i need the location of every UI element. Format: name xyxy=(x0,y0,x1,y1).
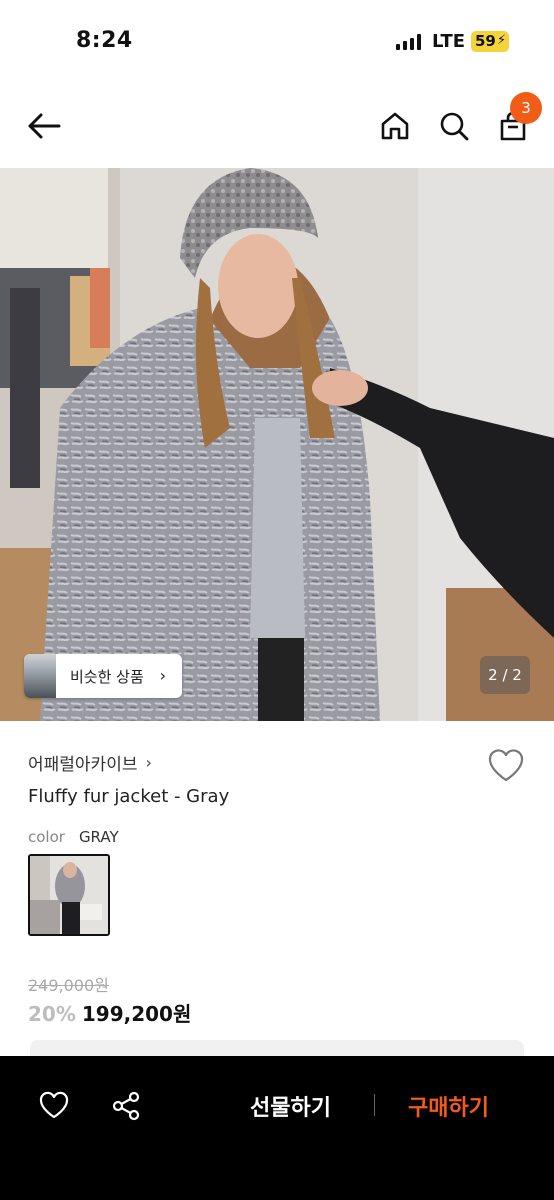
similar-products-button[interactable]: 비슷한 상품 › xyxy=(24,654,182,698)
similar-products-label: 비슷한 상품 xyxy=(70,667,144,686)
product-image[interactable]: 비슷한 상품 › 2 / 2 xyxy=(0,168,554,721)
chevron-right-icon: › xyxy=(145,753,152,772)
similar-thumbnail xyxy=(24,654,56,698)
product-photo xyxy=(0,168,554,721)
heart-icon[interactable] xyxy=(38,1090,70,1122)
gift-button[interactable]: 선물하기 xyxy=(250,1090,331,1122)
share-icon[interactable] xyxy=(110,1090,142,1122)
top-nav xyxy=(0,84,554,168)
original-price: 249,000원 xyxy=(28,976,109,995)
wishlist-heart-icon[interactable] xyxy=(486,746,526,786)
battery-icon: 59 ⚡ xyxy=(471,31,509,52)
signal-icon xyxy=(396,34,422,50)
back-arrow-icon[interactable] xyxy=(24,106,64,146)
search-icon[interactable] xyxy=(434,106,474,146)
status-bar: 8:24 LTE 59 ⚡ xyxy=(0,0,554,84)
color-swatch-gray[interactable] xyxy=(28,854,110,936)
option-key: color xyxy=(28,828,65,846)
status-time: 8:24 xyxy=(76,28,133,53)
option-row: color GRAY xyxy=(28,828,119,846)
product-title: Fluffy fur jacket - Gray xyxy=(28,786,230,807)
divider xyxy=(374,1094,375,1116)
discount-rate: 20% xyxy=(28,1002,76,1026)
buy-button[interactable]: 구매하기 xyxy=(408,1090,489,1122)
image-pager: 2 / 2 xyxy=(480,656,530,694)
option-value: GRAY xyxy=(78,828,119,846)
brand-name: 어패럴아카이브 xyxy=(28,755,138,775)
sale-price: 199,200원 xyxy=(81,1002,192,1026)
price-row: 20% 199,200원 xyxy=(28,998,191,1027)
network-label: LTE xyxy=(432,31,466,52)
cart-count-badge: 3 xyxy=(510,92,542,124)
battery-level: 59 xyxy=(475,32,496,50)
home-icon[interactable] xyxy=(375,106,415,146)
swatch-thumbnail xyxy=(30,856,108,934)
charging-bolt-icon: ⚡ xyxy=(497,33,507,48)
bottom-action-bar: 선물하기 구매하기 xyxy=(0,1056,554,1200)
brand-link[interactable]: 어패럴아카이브 › xyxy=(28,750,152,775)
chevron-right-icon: › xyxy=(159,666,166,685)
